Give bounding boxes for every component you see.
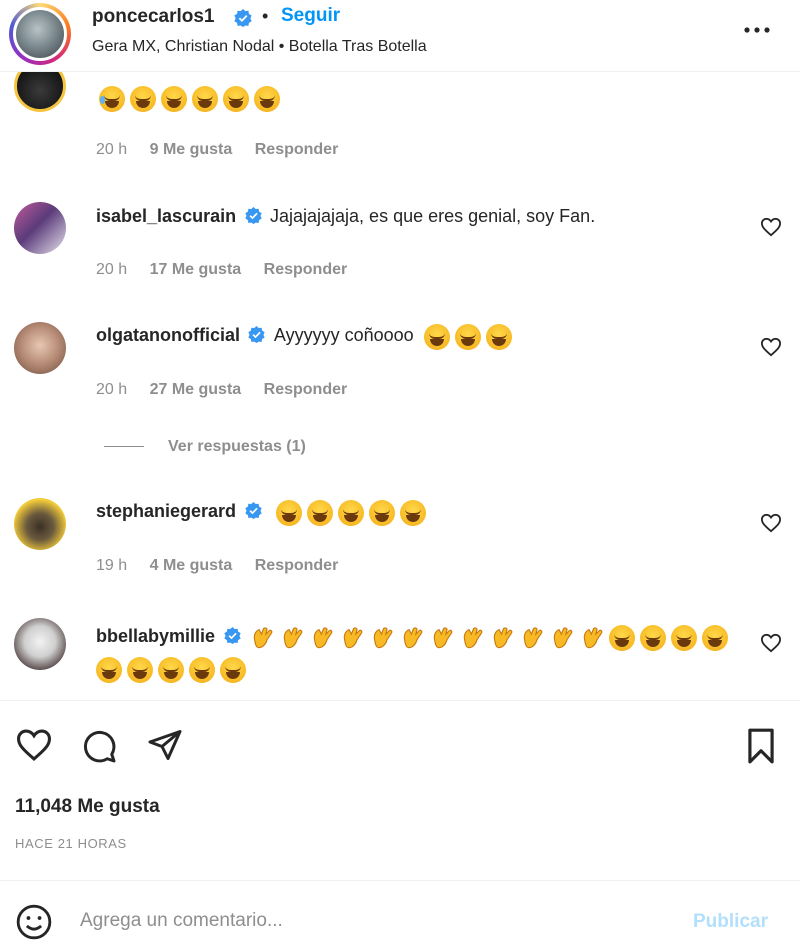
like-comment-heart-icon[interactable] [760, 513, 782, 533]
post-header: poncecarlos1 • Seguir Gera MX, Christian… [0, 0, 800, 72]
comment-item: stephaniegerard 19 h 4 Me gusta Responde… [0, 486, 800, 596]
joy-emoji-icon [96, 656, 122, 683]
comment-time: 19 h [96, 557, 128, 574]
comment-likes[interactable]: 27 Me gusta [150, 381, 242, 398]
comment-meta: 20 h 9 Me gusta Responder [96, 141, 356, 159]
publish-button[interactable]: Publicar [693, 911, 768, 933]
audio-subtitle[interactable]: Gera MX, Christian Nodal • Botella Tras … [92, 38, 427, 56]
joy-emoji-icon [189, 656, 215, 683]
view-replies-label: Ver respuestas (1) [168, 438, 306, 455]
clapping-hands-icon [399, 624, 426, 651]
share-paper-plane-icon[interactable] [146, 727, 184, 763]
joy-emoji-icon [701, 624, 728, 651]
comment-item: isabel_lascurain Jajajajajaja, es que er… [0, 190, 800, 300]
joy-emoji-icon [130, 86, 156, 112]
joy-emoji-icon [254, 86, 280, 112]
comment-likes[interactable]: 9 Me gusta [150, 141, 233, 158]
reply-button[interactable]: Responder [255, 141, 339, 158]
clapping-hands-icon [309, 624, 336, 651]
joy-emoji-icon [99, 86, 125, 112]
joy-emoji-icon [220, 656, 246, 683]
verified-badge-icon [244, 207, 262, 224]
save-bookmark-icon[interactable] [744, 727, 778, 765]
author-username[interactable]: poncecarlos1 [92, 6, 215, 28]
clapping-hands-icon [549, 624, 576, 651]
more-options-icon[interactable] [740, 18, 774, 42]
like-comment-heart-icon[interactable] [760, 337, 782, 357]
joy-emoji-icon [486, 324, 513, 350]
joy-emoji-icon [127, 656, 153, 683]
header-separator: • [262, 6, 269, 26]
clapping-hands-icon [489, 624, 516, 651]
clapping-hands-icon [369, 624, 396, 651]
like-comment-heart-icon[interactable] [760, 217, 782, 237]
like-heart-icon[interactable] [15, 728, 53, 762]
comment-time: 20 h [96, 261, 128, 278]
replies-divider-line [104, 446, 144, 448]
comment-item: bbellabymillie [0, 606, 800, 696]
reply-button[interactable]: Responder [264, 261, 348, 278]
story-ring[interactable] [9, 3, 71, 65]
joy-emoji-icon [337, 500, 364, 526]
post-likes-count[interactable]: 11,048 Me gusta [15, 796, 160, 818]
commenter-avatar[interactable] [14, 498, 66, 550]
commenter-avatar[interactable] [14, 322, 66, 374]
like-comment-heart-icon[interactable] [760, 633, 782, 653]
emoji-picker-icon[interactable] [15, 903, 53, 941]
clapping-hands-icon [429, 624, 456, 651]
clapping-hands-icon [339, 624, 366, 651]
verified-badge-icon [234, 9, 252, 27]
joy-emoji-icon [608, 624, 635, 651]
add-comment-bar: Publicar [0, 880, 800, 948]
clapping-hands-icon [249, 624, 276, 651]
joy-emoji-icon [223, 86, 249, 112]
comment-emojis [99, 86, 285, 112]
actions-divider [0, 700, 800, 701]
joy-emoji-icon [275, 500, 302, 526]
joy-emoji-icon [670, 624, 697, 651]
comment-bubble-icon[interactable] [80, 728, 118, 764]
clapping-hands-icon [579, 624, 606, 651]
clapping-hands-icon [279, 624, 306, 651]
joy-emoji-icon [424, 324, 451, 350]
comment-username[interactable]: bbellabymillie [96, 626, 215, 646]
comment-meta: 20 h 17 Me gusta Responder [96, 261, 365, 279]
reply-button[interactable]: Responder [255, 557, 339, 574]
joy-emoji-icon [306, 500, 333, 526]
comment-username[interactable]: stephaniegerard [96, 501, 236, 521]
joy-emoji-icon [158, 656, 184, 683]
view-replies-button[interactable]: Ver respuestas (1) [104, 438, 306, 456]
verified-badge-icon [244, 502, 262, 520]
comment-time: 20 h [96, 141, 128, 158]
commenter-avatar[interactable] [14, 202, 66, 254]
comment-text: Ayyyyyy coñoooo [273, 325, 414, 346]
joy-emoji-icon [455, 324, 482, 350]
joy-emoji-icon [399, 500, 426, 526]
joy-emoji-icon [161, 86, 187, 112]
follow-button[interactable]: Seguir [281, 5, 340, 27]
reply-button[interactable]: Responder [264, 381, 348, 398]
comment-meta: 19 h 4 Me gusta Responder [96, 557, 356, 575]
comment-meta: 20 h 27 Me gusta Responder [96, 381, 365, 399]
comment-text: Jajajajajaja, es que eres genial, soy Fa… [270, 206, 596, 226]
joy-emoji-icon [639, 624, 666, 651]
comment-username[interactable]: olgatanonofficial [96, 325, 240, 345]
comment-likes[interactable]: 4 Me gusta [150, 557, 233, 574]
clapping-hands-icon [519, 624, 546, 651]
comment-username[interactable]: isabel_lascurain [96, 206, 236, 226]
joy-emoji-icon [192, 86, 218, 112]
commenter-avatar[interactable] [14, 618, 66, 670]
clapping-hands-icon [459, 624, 486, 651]
verified-badge-icon [248, 326, 266, 344]
comment-input[interactable] [80, 907, 640, 935]
comment-time: 20 h [96, 381, 128, 398]
joy-emoji-icon [368, 500, 395, 526]
author-avatar[interactable] [13, 7, 67, 61]
verified-badge-icon [223, 627, 241, 644]
post-timestamp: HACE 21 HORAS [15, 836, 127, 851]
comment-likes[interactable]: 17 Me gusta [150, 261, 242, 278]
